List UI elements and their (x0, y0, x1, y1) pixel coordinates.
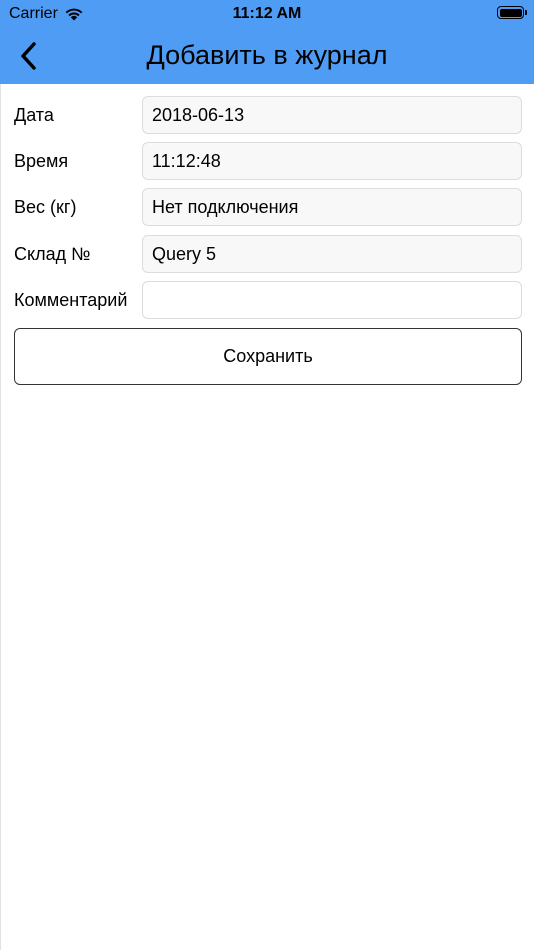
navigation-bar: Добавить в журнал (0, 30, 534, 84)
warehouse-label: Склад № (14, 244, 91, 264)
time-label: Время (14, 151, 69, 171)
status-time: 11:12 AM (232, 5, 302, 22)
comment-row: Комментарий (0, 281, 534, 319)
battery-icon (497, 6, 527, 19)
battery-level (499, 8, 522, 17)
weight-row: Вес (кг) (0, 188, 534, 226)
date-row: Дата (0, 96, 534, 134)
warehouse-row: Склад № (0, 235, 534, 273)
date-label: Дата (14, 105, 54, 125)
save-button[interactable]: Сохранить (14, 328, 522, 385)
time-row: Время (0, 142, 534, 180)
header: Carrier 11:12 AM Добавить в журнал (0, 0, 534, 84)
date-field[interactable] (142, 96, 522, 134)
weight-field[interactable] (142, 188, 522, 226)
warehouse-field[interactable] (142, 235, 522, 273)
comment-field[interactable] (142, 281, 522, 319)
status-bar: Carrier 11:12 AM (0, 0, 534, 30)
weight-label: Вес (кг) (14, 197, 77, 217)
comment-label: Комментарий (14, 290, 128, 310)
time-field[interactable] (142, 142, 522, 180)
page-title: Добавить в журнал (146, 40, 388, 70)
